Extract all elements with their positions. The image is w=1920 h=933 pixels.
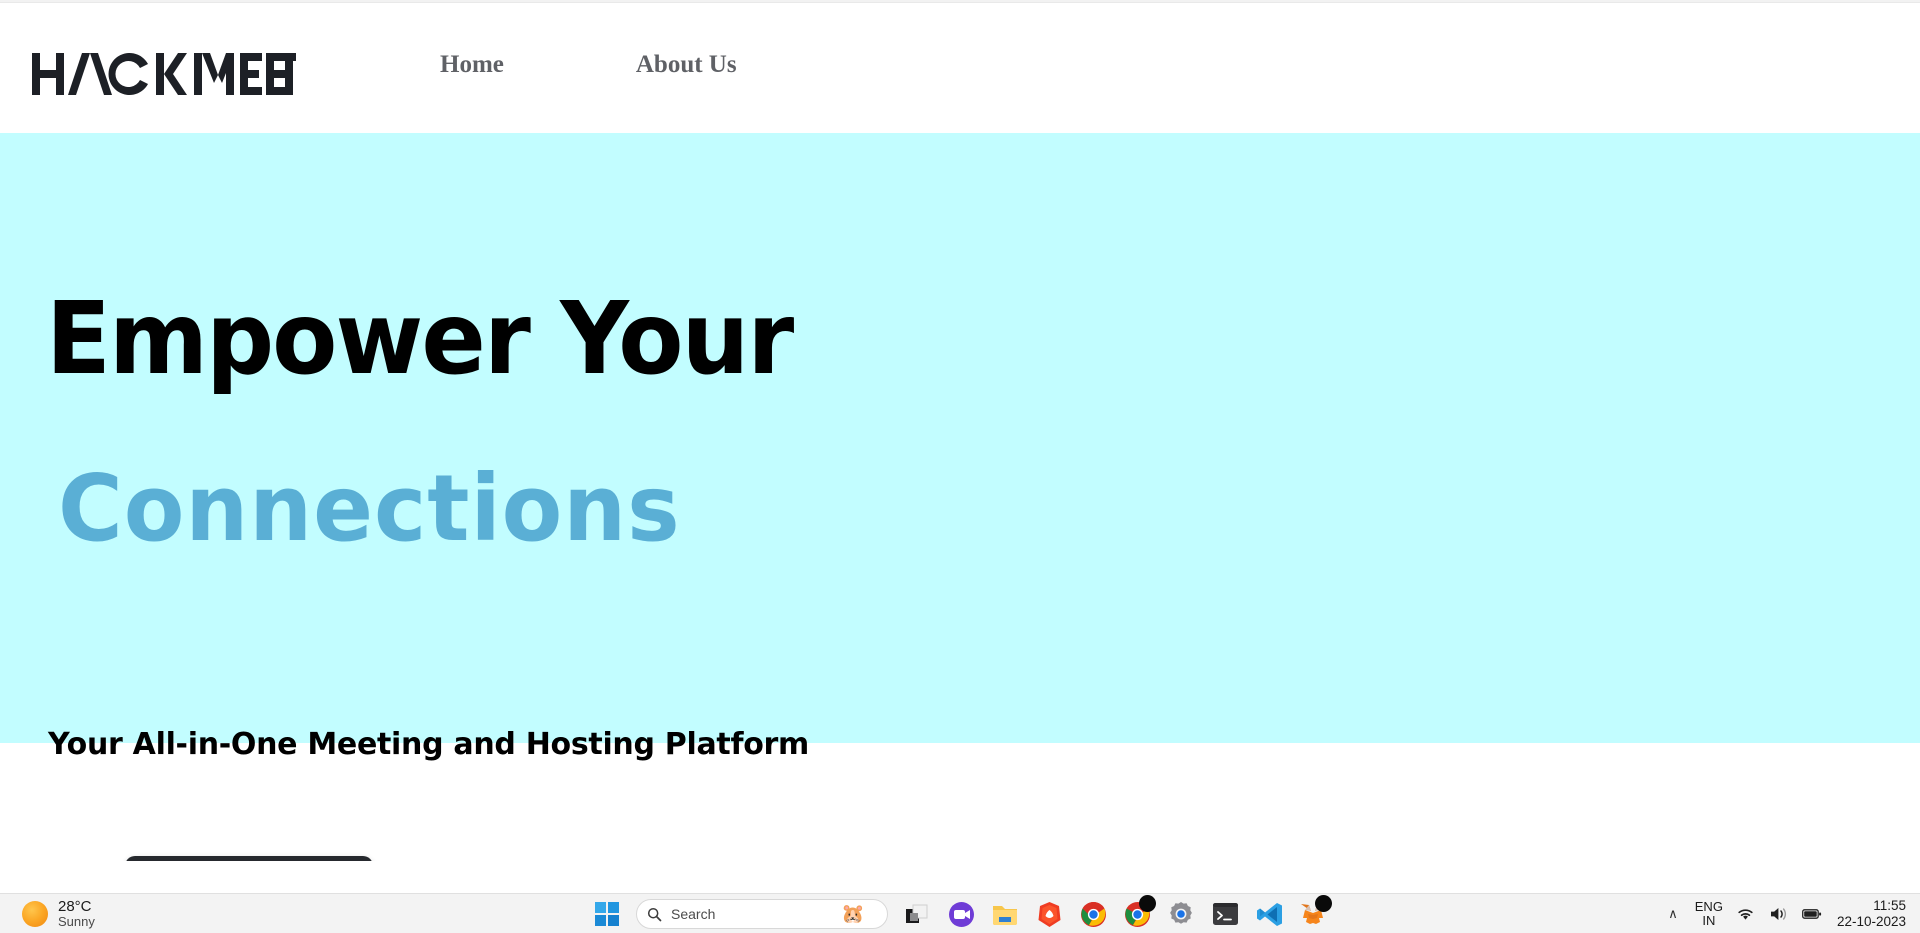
hero-heading-line-1: Empower Your — [46, 280, 794, 397]
language-secondary: IN — [1702, 913, 1716, 928]
wifi-icon[interactable] — [1736, 904, 1756, 924]
hero-heading-line-2: Connections — [58, 455, 681, 562]
nav-link-home[interactable]: Home — [440, 51, 504, 79]
hero-section: Empower Your Connections Your All-in-One… — [0, 133, 1920, 861]
clock-date: 22-10-2023 — [1836, 914, 1906, 929]
chrome-active-icon[interactable] — [1122, 895, 1156, 929]
connect-to-wallet-button[interactable]: Connect To Wallet — [125, 856, 373, 861]
brave-icon[interactable] — [1034, 899, 1064, 929]
terminal-icon[interactable] — [1210, 899, 1240, 929]
tray-expand-chevron-icon[interactable]: ∧ — [1664, 907, 1682, 922]
wombat-icon: 🐹 — [841, 904, 865, 925]
search-placeholder: Search — [671, 906, 716, 922]
volume-icon[interactable] — [1769, 904, 1789, 924]
vscode-icon[interactable] — [1254, 899, 1284, 929]
taskbar-center-group: Search 🐹 — [0, 894, 1920, 933]
nav-link-about-us[interactable]: About Us — [636, 51, 737, 79]
chrome-icon[interactable] — [1078, 899, 1108, 929]
hero-carousel: ‹ › — [980, 133, 1920, 743]
meet-icon[interactable] — [946, 899, 976, 929]
start-button[interactable] — [592, 899, 622, 929]
notification-badge — [1315, 895, 1332, 912]
settings-icon[interactable] — [1166, 899, 1196, 929]
clock[interactable]: 11:55 22-10-2023 — [1837, 898, 1906, 930]
hero-subheading: Your All-in-One Meeting and Hosting Plat… — [48, 727, 809, 762]
system-tray: ∧ ENG IN 11:55 22-10-2023 — [1664, 894, 1906, 933]
language-indicator[interactable]: ENG IN — [1694, 898, 1723, 929]
clock-time: 11:55 — [1873, 898, 1906, 914]
search-icon — [647, 907, 662, 921]
connect-wallet-wrapper: Connect To Wallet — [125, 856, 373, 861]
browser-page: Home About Us Empower Your Connections Y… — [0, 0, 1920, 861]
battery-icon[interactable] — [1802, 904, 1822, 924]
site-navbar: Home About Us — [0, 3, 1920, 133]
file-explorer-icon[interactable] — [990, 899, 1020, 929]
primary-navigation: Home About Us — [440, 51, 737, 79]
site-logo[interactable] — [32, 53, 296, 95]
windows-logo-icon — [594, 901, 620, 927]
notification-badge — [1139, 895, 1156, 912]
search-input[interactable]: Search 🐹 — [636, 899, 888, 929]
windows-taskbar: 28°C Sunny Search 🐹 ∧ ENG IN 11:55 22-10… — [0, 893, 1920, 933]
task-view-icon[interactable] — [902, 899, 932, 929]
screen: Home About Us Empower Your Connections Y… — [0, 0, 1920, 933]
language-primary: ENG — [1694, 898, 1723, 914]
hero-copy: Empower Your Connections Your All-in-One… — [0, 133, 980, 763]
metamask-icon[interactable] — [1298, 895, 1332, 929]
